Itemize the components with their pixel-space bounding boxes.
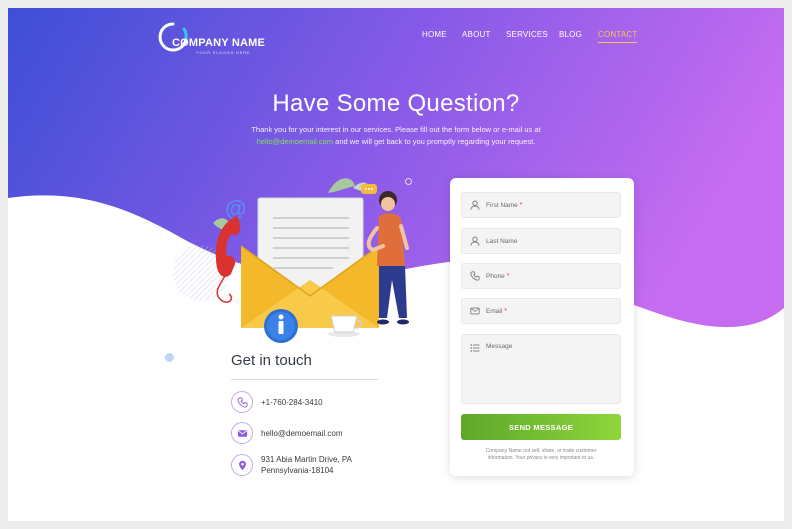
required-mark: * [506, 272, 510, 280]
contact-illustration: @ [173, 178, 409, 343]
message-field[interactable]: Message [461, 334, 621, 404]
get-in-touch-heading: Get in touch [231, 352, 312, 369]
hero-subtitle-line1: Thank you for your interest in our servi… [251, 125, 541, 134]
logo-tagline: YOUR SLOGAN HERE [196, 50, 251, 55]
contact-address: 931 Abia Martin Drive, PA Pennsylvania-1… [261, 454, 352, 476]
mail-icon [231, 422, 253, 444]
last-name-field[interactable]: Last Name [461, 228, 621, 254]
phone-icon [470, 271, 480, 281]
hero-subtitle-line2-rest: and we will get back to you promptly reg… [333, 137, 536, 146]
nav-active-underline [598, 42, 638, 43]
hero-subtitle-line2: hello@demoemail.com and we will get back… [8, 137, 784, 146]
page-frame: COMPANY NAME YOUR SLOGAN HERE HOME ABOUT… [8, 8, 784, 521]
privacy-note: Company Name not sell, share, or trade c… [461, 448, 621, 462]
user-icon [470, 200, 480, 210]
contact-address-row: 931 Abia Martin Drive, PA Pennsylvania-1… [231, 454, 352, 476]
phone-placeholder: Phone [486, 272, 505, 280]
message-placeholder: Message [486, 343, 513, 350]
location-pin-icon [231, 454, 253, 476]
contact-email-row: hello@demoemail.com [231, 422, 343, 444]
address-line2: Pennsylvania-18104 [261, 466, 334, 475]
contact-phone-row: +1-760-284-3410 [231, 391, 323, 413]
send-message-button[interactable]: SEND MESSAGE [461, 414, 621, 440]
envelope-icon [470, 306, 480, 316]
nav-item-contact[interactable]: CONTACT [598, 30, 638, 43]
main-nav: HOME ABOUT SERVICES BLOG CONTACT [8, 30, 784, 44]
required-mark: * [504, 307, 507, 315]
hero-email-link[interactable]: hello@demoemail.com [257, 137, 333, 146]
address-line1: 931 Abia Martin Drive, PA [261, 455, 353, 464]
nav-item-about[interactable]: ABOUT [462, 30, 491, 39]
phone-icon [231, 391, 253, 413]
user-icon [470, 236, 480, 246]
first-name-field[interactable]: First Name * [461, 192, 621, 218]
nav-item-contact-label: CONTACT [598, 30, 638, 39]
first-name-placeholder: First Name [486, 201, 518, 209]
last-name-placeholder: Last Name [486, 237, 518, 245]
contact-phone[interactable]: +1-760-284-3410 [261, 397, 323, 408]
required-mark: * [519, 201, 523, 209]
contact-email[interactable]: hello@demoemail.com [261, 428, 343, 439]
email-field[interactable]: Email * [461, 298, 621, 324]
page-title: Have Some Question? [272, 90, 520, 117]
list-icon [470, 343, 480, 353]
heading-divider [231, 379, 378, 380]
privacy-line1: Company Name not sell, share, or trade c… [485, 448, 597, 454]
email-placeholder: Email [486, 307, 503, 315]
nav-item-services[interactable]: SERVICES [506, 30, 548, 39]
privacy-line2: information. Your privacy is very import… [487, 455, 595, 461]
phone-field[interactable]: Phone * [461, 263, 621, 289]
nav-item-blog[interactable]: BLOG [559, 30, 582, 39]
nav-item-home[interactable]: HOME [422, 30, 447, 39]
contact-form: First Name * Last Name Phone * Email * Mess [450, 178, 634, 476]
